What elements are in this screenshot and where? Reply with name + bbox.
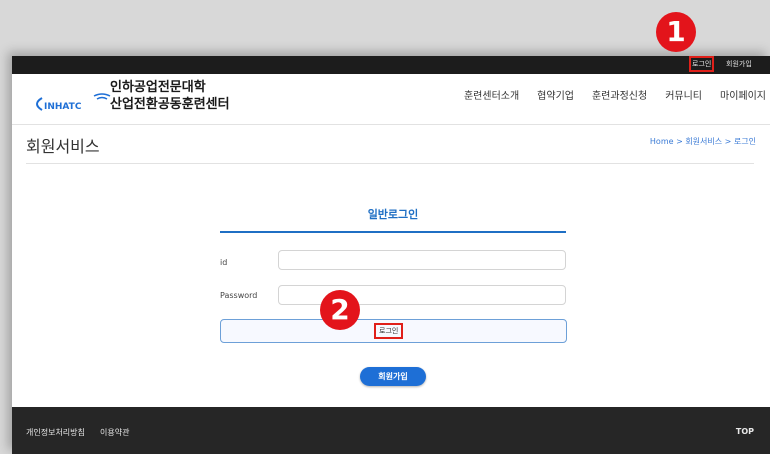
top-login-link[interactable]: 로그인 <box>688 56 715 72</box>
top-join-link[interactable]: 회원가입 <box>726 59 752 69</box>
page-header: 회원서비스 Home > 회원서비스 > 로그인 <box>12 125 770 165</box>
title-underline <box>220 231 566 233</box>
nav-mypage[interactable]: 마이페이지 <box>720 90 766 104</box>
nav-partner-companies[interactable]: 협약기업 <box>537 90 574 104</box>
logo-icon[interactable]: INHATC <box>32 88 116 114</box>
password-label: Password <box>220 291 258 300</box>
back-to-top-link[interactable]: TOP <box>736 427 754 436</box>
divider <box>26 163 754 164</box>
site-header: INHATC 인하공업전문대학 산업전환공동훈련센터 훈련센터소개 협약기업 훈… <box>12 74 770 125</box>
site-footer: 개인정보처리방침 이용약관 TOP <box>12 407 770 454</box>
top-utility-bar: 로그인 회원가입 <box>12 56 770 74</box>
id-label: id <box>220 258 228 267</box>
login-button[interactable]: 로그인 <box>220 319 567 343</box>
logo-name-line1: 인하공업전문대학 <box>110 80 206 95</box>
nav-center-intro[interactable]: 훈련센터소개 <box>464 90 519 104</box>
main-nav: 훈련센터소개 협약기업 훈련과정신청 커뮤니티 마이페이지 <box>446 90 766 104</box>
login-section-title: 일반로그인 <box>367 208 419 221</box>
nav-course-application[interactable]: 훈련과정신청 <box>592 90 647 104</box>
nav-community[interactable]: 커뮤니티 <box>665 90 702 104</box>
step-badge-2: 2 <box>320 290 360 330</box>
svg-text:INHATC: INHATC <box>44 102 82 112</box>
page-title: 회원서비스 <box>26 137 100 156</box>
id-input[interactable] <box>278 250 566 270</box>
login-button-label: 로그인 <box>373 323 404 339</box>
breadcrumb: Home > 회원서비스 > 로그인 <box>649 137 756 146</box>
join-button[interactable]: 회원가입 <box>360 367 426 386</box>
browser-page: 로그인 회원가입 INHATC 인하공업전문대학 산업전환공동훈련센터 훈련센터… <box>12 56 770 454</box>
site-logo-name[interactable]: 인하공업전문대학 산업전환공동훈련센터 <box>110 79 230 113</box>
footer-terms-link[interactable]: 이용약관 <box>100 427 129 438</box>
step-badge-1: 1 <box>656 12 696 52</box>
footer-privacy-link[interactable]: 개인정보처리방침 <box>26 427 85 438</box>
logo-name-line2: 산업전환공동훈련센터 <box>110 97 230 112</box>
